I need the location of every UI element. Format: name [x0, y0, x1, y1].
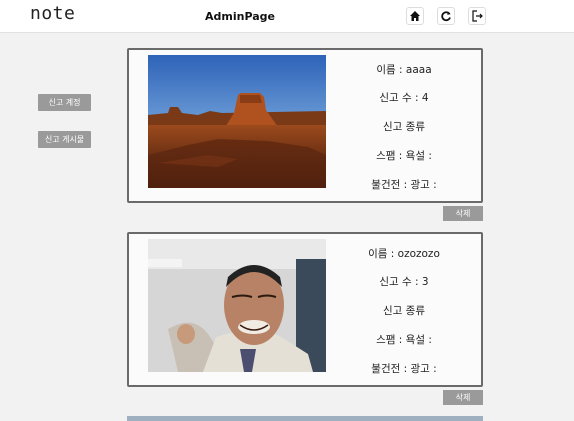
spam-abuse-counts: 스팸 : 욕설 : [376, 150, 432, 162]
reported-accounts-button[interactable]: 신고 계정 [38, 94, 91, 111]
report-count: 신고 수 : 3 [379, 276, 429, 288]
report-image-person [148, 239, 326, 372]
report-image-desert [148, 55, 326, 188]
home-icon [410, 11, 420, 21]
reported-user-name: 이름 : aaaa [376, 64, 432, 76]
logout-button[interactable] [468, 7, 486, 25]
refresh-icon [441, 11, 451, 22]
top-bar: note AdminPage [0, 0, 574, 33]
report-type-heading: 신고 종류 [383, 121, 425, 133]
delete-button[interactable]: 삭제 [443, 390, 483, 405]
report-count: 신고 수 : 4 [379, 92, 429, 104]
report-card: 이름 : aaaa 신고 수 : 4 신고 종류 스팸 : 욕설 : 불건전 :… [127, 48, 483, 203]
next-card-edge [127, 416, 483, 421]
reported-user-name: 이름 : ozozozo [368, 248, 440, 260]
home-button[interactable] [406, 7, 424, 25]
report-card: 이름 : ozozozo 신고 수 : 3 신고 종류 스팸 : 욕설 : 불건… [127, 232, 483, 387]
report-info: 이름 : ozozozo 신고 수 : 3 신고 종류 스팸 : 욕설 : 불건… [329, 234, 479, 389]
reported-posts-button[interactable]: 신고 게시물 [38, 131, 91, 148]
lewd-ad-counts: 불건전 : 광고 : [371, 179, 437, 191]
spam-abuse-counts: 스팸 : 욕설 : [376, 334, 432, 346]
lewd-ad-counts: 불건전 : 광고 : [371, 363, 437, 375]
logout-icon [472, 10, 483, 22]
refresh-button[interactable] [437, 7, 455, 25]
delete-button[interactable]: 삭제 [443, 206, 483, 221]
report-info: 이름 : aaaa 신고 수 : 4 신고 종류 스팸 : 욕설 : 불건전 :… [329, 50, 479, 205]
report-type-heading: 신고 종류 [383, 305, 425, 317]
